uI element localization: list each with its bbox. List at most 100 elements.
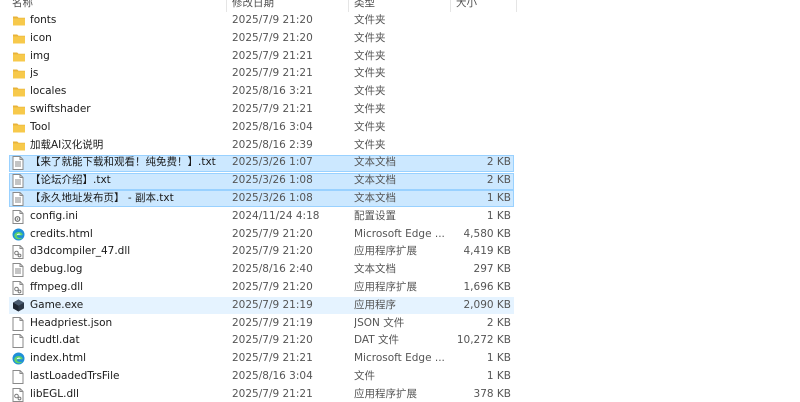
file-name[interactable]: index.html [30,350,226,368]
file-size [452,101,511,119]
file-modified-date: 2025/8/16 3:21 [232,85,313,98]
file-name[interactable]: lastLoadedTrsFile [30,368,226,386]
file-row[interactable]: locales 2025/8/16 3:21 文件夹 [0,83,800,101]
file-row[interactable]: credits.html 2025/7/9 21:20 Microsoft Edge… [0,226,800,244]
file-size: 10,272 KB [456,334,511,347]
file-size [452,30,511,48]
file-size: 4,419 KB [463,245,512,258]
file-row[interactable]: 【论坛介绍】.txt 2025/3/26 1:08 文本文档 2 KB [0,172,800,190]
file-type: 应用程序 [354,298,396,311]
file-modified-date: 2025/7/9 21:21 [232,352,313,365]
file-name[interactable]: 加载AI汉化说明 [30,137,226,155]
file-row[interactable]: Game.exe 2025/7/9 21:19 应用程序 2,090 KB [0,297,800,315]
file-type: 文本文档 [354,174,396,187]
file-row[interactable]: Tool 2025/8/16 3:04 文件夹 [0,119,800,137]
file-modified-date: 2025/3/26 1:07 [232,156,313,169]
file-type: 文件夹 [354,14,386,26]
file-row[interactable]: lastLoadedTrsFile 2025/8/16 3:04 文件 1 KB [0,368,800,386]
file-modified-date: 2025/8/16 3:04 [232,120,313,133]
file-row[interactable]: js 2025/7/9 21:21 文件夹 [0,65,800,83]
dll-file-icon [12,386,26,402]
file-type: Microsoft Edge ... [354,352,445,365]
column-divider[interactable] [348,0,349,12]
game-exe-icon [12,297,26,315]
config-file-icon [12,208,26,226]
file-modified-date: 2025/7/9 21:20 [232,227,313,240]
file-name[interactable]: js [30,65,226,83]
file-name[interactable]: 【论坛介绍】.txt [30,172,226,190]
file-type: 文件夹 [354,49,386,62]
column-header: 名称 修改日期 类型 大小 [0,0,800,12]
column-date-header[interactable]: 修改日期 [232,0,274,11]
file-row[interactable]: icon 2025/7/9 21:20 文件夹 [0,30,800,48]
file-modified-date: 2025/8/16 2:40 [232,263,313,276]
file-modified-date: 2025/7/9 21:21 [232,67,313,80]
file-type: 文件夹 [354,67,386,80]
file-name[interactable]: swiftshader [30,101,226,119]
file-name[interactable]: libEGL.dll [30,386,226,402]
file-name[interactable]: Headpriest.json [30,315,226,333]
folder-icon [12,30,26,48]
file-modified-date: 2025/8/16 3:04 [232,369,313,382]
column-name-header[interactable]: 名称 [12,0,33,11]
file-row[interactable]: ffmpeg.dll 2025/7/9 21:20 应用程序扩展 1,696 KB [0,279,800,297]
file-row[interactable]: libEGL.dll 2025/7/9 21:21 应用程序扩展 378 KB [0,386,800,402]
file-size: 1 KB [486,369,511,382]
file-modified-date: 2025/3/26 1:08 [232,191,313,204]
file-row[interactable]: 【永久地址发布页】 - 副本.txt 2025/3/26 1:08 文本文档 1 KB [0,190,800,208]
file-name[interactable]: icon [30,30,226,48]
file-row[interactable]: swiftshader 2025/7/9 21:21 文件夹 [0,101,800,119]
file-size [452,65,511,83]
file-size [452,83,511,101]
file-type: 文件夹 [354,120,386,133]
file-type: DAT 文件 [354,334,400,347]
blank-file-icon [12,368,26,386]
file-size: 2,090 KB [463,298,512,311]
file-type: Microsoft Edge ... [354,227,445,240]
file-type: 文本文档 [354,156,396,169]
file-row[interactable]: img 2025/7/9 21:21 文件夹 [0,48,800,66]
file-type: 应用程序扩展 [354,280,417,293]
file-row[interactable]: 【来了就能下载和观看！纯免费！】.txt 2025/3/26 1:07 文本文档 2 … [0,154,800,172]
column-divider[interactable] [226,0,227,12]
file-row[interactable]: config.ini 2024/11/24 4:18 配置设置 1 KB [0,208,800,226]
column-type-header[interactable]: 类型 [354,0,375,11]
column-divider[interactable] [450,0,451,12]
file-name[interactable]: Tool [30,119,226,137]
file-modified-date: 2025/8/16 2:39 [232,138,313,151]
file-name[interactable]: img [30,48,226,66]
file-name[interactable]: icudtl.dat [30,332,226,350]
file-row[interactable]: debug.log 2025/8/16 2:40 文本文档 297 KB [0,261,800,279]
file-modified-date: 2025/7/9 21:21 [232,387,313,400]
file-row[interactable]: d3dcompiler_47.dll 2025/7/9 21:20 应用程序扩展 4,… [0,243,800,261]
file-name[interactable]: ffmpeg.dll [30,279,226,297]
file-name[interactable]: fonts [30,12,226,30]
file-name[interactable]: d3dcompiler_47.dll [30,243,226,261]
file-row[interactable]: Headpriest.json 2025/7/9 21:19 JSON 文件 2 KB [0,315,800,333]
column-size-header[interactable]: 大小 [456,0,477,11]
folder-icon [12,101,26,119]
file-name[interactable]: locales [30,83,226,101]
file-row[interactable]: index.html 2025/7/9 21:21 Microsoft Edge .… [0,350,800,368]
file-type: 文件夹 [354,31,386,44]
file-name[interactable]: 【永久地址发布页】 - 副本.txt [30,190,226,208]
file-modified-date: 2025/3/26 1:08 [232,174,313,187]
file-modified-date: 2025/7/9 21:20 [232,280,313,293]
column-divider[interactable] [516,0,517,12]
text-file-icon [12,190,26,208]
folder-icon [12,119,26,137]
file-name[interactable]: credits.html [30,226,226,244]
file-row[interactable]: icudtl.dat 2025/7/9 21:20 DAT 文件 10,272 KB [0,332,800,350]
file-modified-date: 2025/7/9 21:20 [232,31,313,44]
file-row[interactable]: 加载AI汉化说明 2025/8/16 2:39 文件夹 [0,137,800,155]
file-name[interactable]: debug.log [30,261,226,279]
file-type: 应用程序扩展 [354,387,417,400]
file-name[interactable]: 【来了就能下载和观看！纯免费！】.txt [30,154,226,172]
file-modified-date: 2025/7/9 21:21 [232,49,313,62]
file-row[interactable]: fonts 2025/7/9 21:20 文件夹 [0,12,800,30]
file-type: 文件夹 [354,138,386,151]
file-name[interactable]: Game.exe [30,297,226,315]
file-size: 297 KB [473,263,511,276]
file-name[interactable]: config.ini [30,208,226,226]
folder-icon [12,137,26,155]
